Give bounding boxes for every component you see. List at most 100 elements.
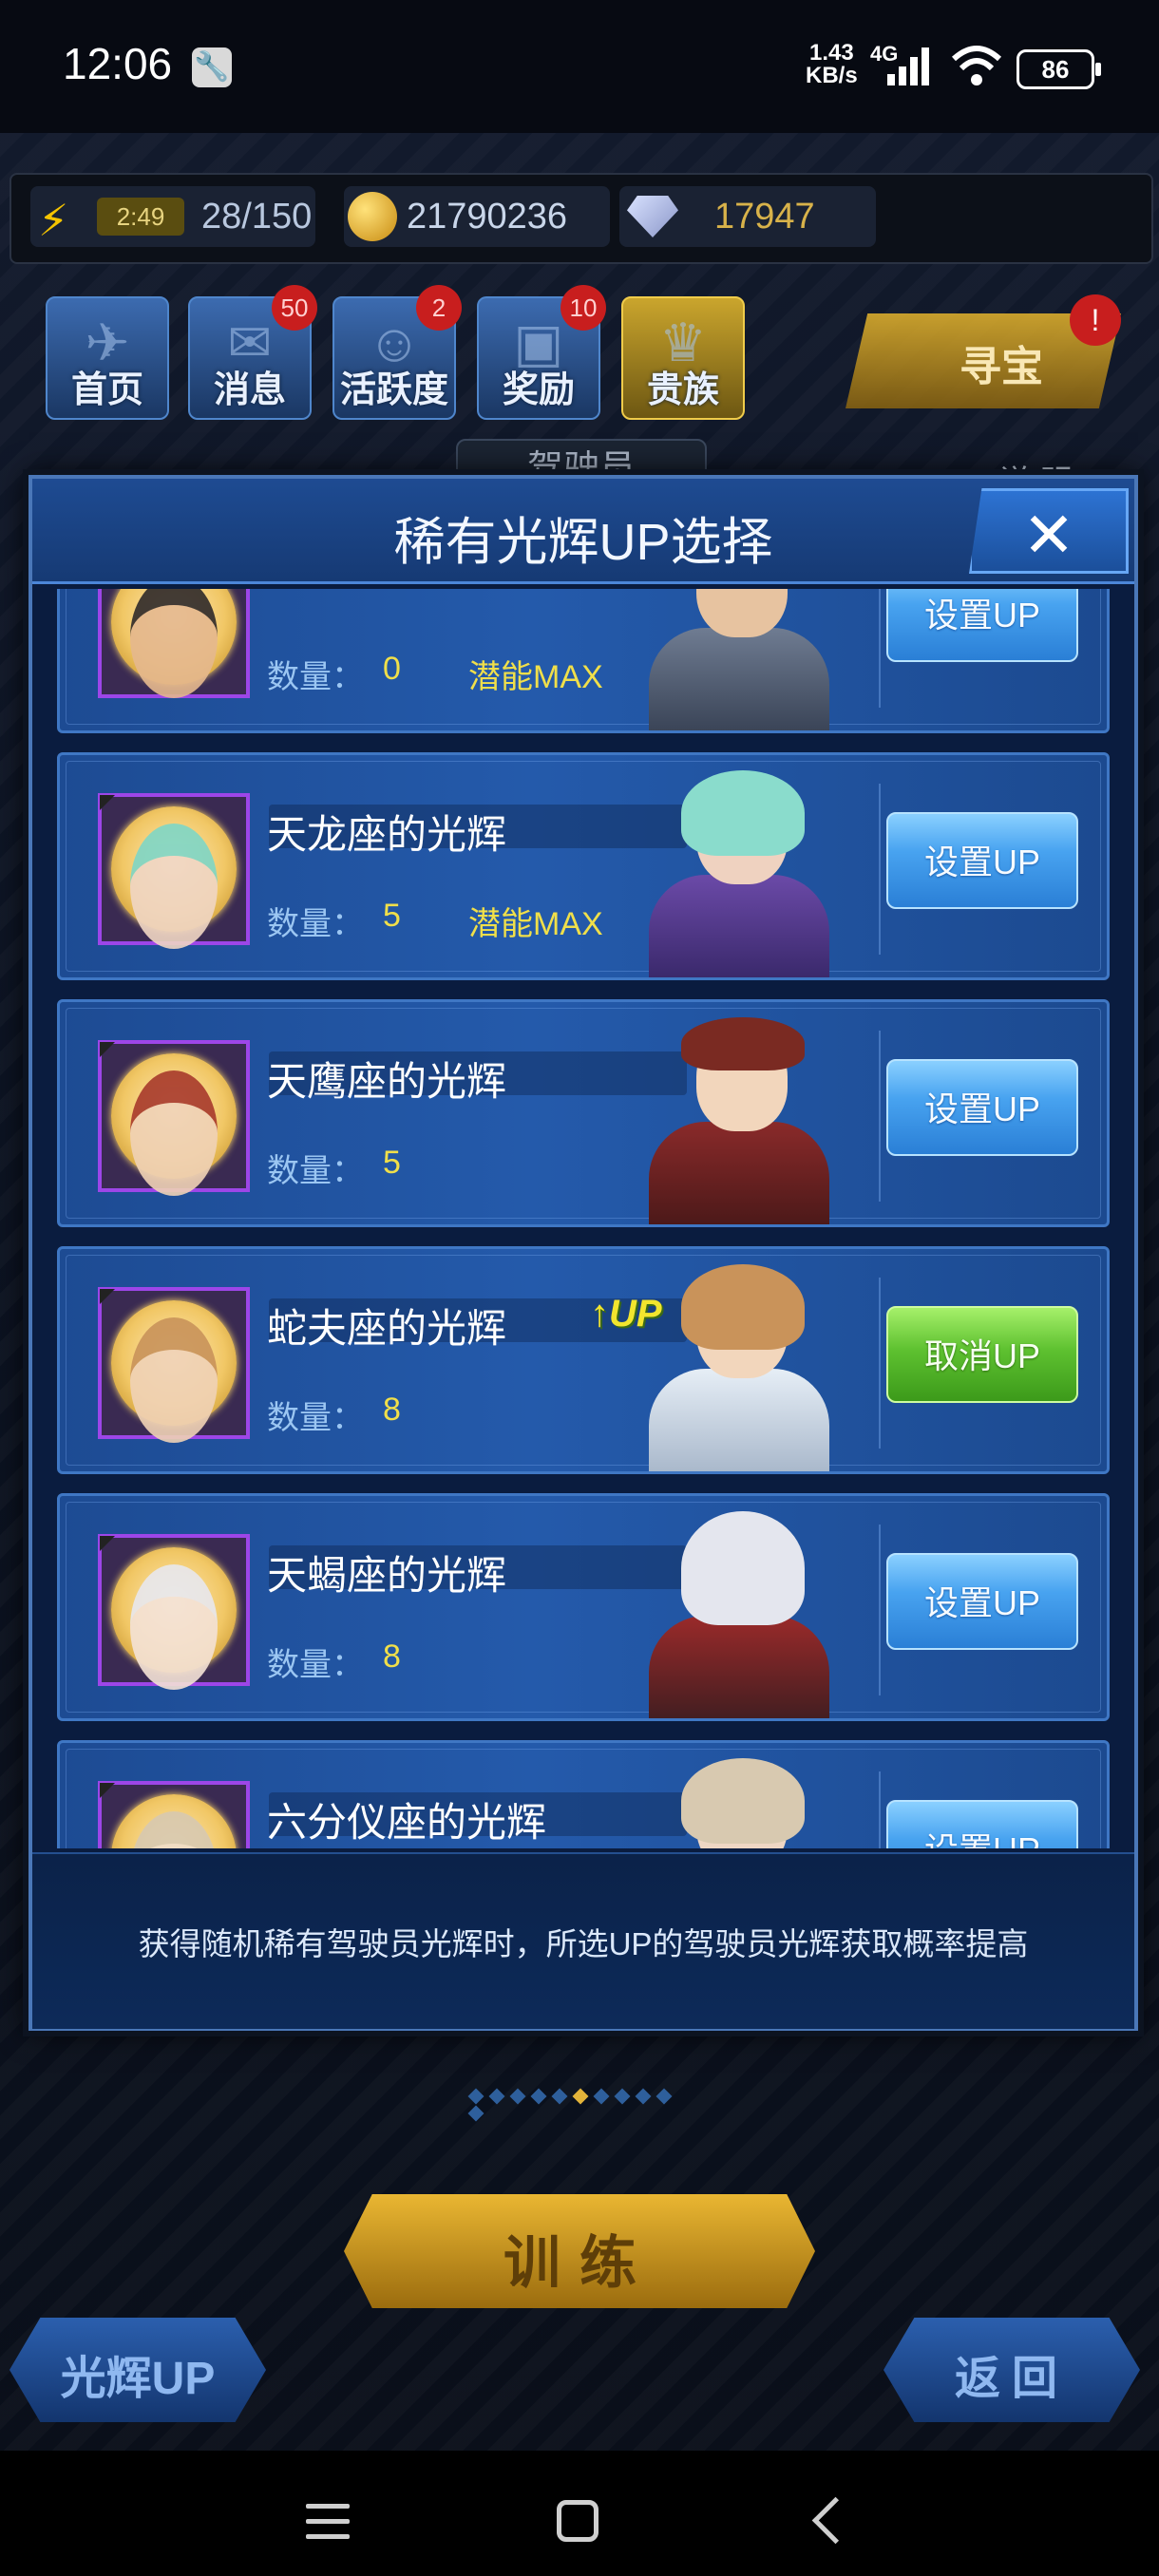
- potential-max: 潜能MAX: [468, 906, 603, 942]
- portrait-hair: [681, 1511, 805, 1625]
- rare-glow-up-dialog: 稀有光辉UP选择 ✕ 数量： 0 潜能MAX 设置UP 天龙座的光辉 数量： 5…: [28, 475, 1138, 2031]
- avatar-corner: [100, 1042, 115, 1057]
- home-button[interactable]: ✈ 首页: [46, 296, 169, 420]
- gold-value: 21790236: [407, 197, 568, 237]
- quantity-value: 5: [383, 1145, 401, 1181]
- coin-icon: [348, 192, 397, 241]
- quantity-value: 8: [383, 1638, 401, 1675]
- glow-card: 六分仪座的光辉 设置UP: [57, 1740, 1110, 1848]
- dialog-header: 稀有光辉UP选择 ✕: [32, 479, 1134, 584]
- quantity-value: 0: [383, 651, 401, 687]
- back-button[interactable]: 返回: [884, 2318, 1140, 2422]
- glow-card: 数量： 0 潜能MAX 设置UP: [57, 589, 1110, 733]
- quantity-label: 数量：: [267, 1400, 364, 1436]
- portrait-body: [649, 1122, 829, 1224]
- cancel-up-button[interactable]: 取消UP: [886, 1306, 1078, 1403]
- wifi-icon: [951, 46, 1002, 85]
- card-divider: [879, 1031, 881, 1202]
- page-dot: [467, 2088, 484, 2105]
- portrait-hat: [681, 1017, 805, 1070]
- system-nav-bar: [0, 2451, 1159, 2576]
- rewards-button[interactable]: ▣ 奖励 10: [477, 285, 606, 420]
- card-divider: [879, 1771, 881, 1848]
- menu-icon[interactable]: [306, 2504, 350, 2542]
- avatar: [98, 589, 250, 698]
- card-divider: [879, 784, 881, 955]
- battery-indicator: 86: [1016, 49, 1101, 89]
- pilot-portrait: [630, 589, 848, 730]
- page-dot: [509, 2088, 526, 2105]
- gold-resource[interactable]: 21790236: [344, 186, 610, 247]
- avatar-face: [130, 1317, 218, 1443]
- glow-name: 天蝎座的光辉: [267, 1553, 507, 1598]
- set-up-button[interactable]: 设置UP: [886, 1553, 1078, 1650]
- quantity-label: 数量：: [267, 1153, 364, 1189]
- nobility-label: 贵族: [646, 370, 719, 410]
- back-icon[interactable]: [811, 2496, 860, 2545]
- page-indicator: [466, 2088, 694, 2122]
- pilot-portrait: [630, 1511, 848, 1718]
- page-dot: [530, 2088, 547, 2105]
- page-dot: [551, 2088, 568, 2105]
- wrench-icon: 🔧: [192, 47, 232, 87]
- set-up-button[interactable]: 设置UP: [886, 1800, 1078, 1848]
- activity-button[interactable]: ☺ 活跃度 2: [332, 285, 462, 420]
- portrait-body: [649, 628, 829, 730]
- avatar: [98, 1040, 250, 1196]
- dialog-hint: 获得随机稀有驾驶员光辉时，所选UP的驾驶员光辉获取概率提高: [138, 1926, 1029, 1961]
- close-button[interactable]: ✕: [969, 488, 1129, 574]
- gem-resource[interactable]: 17947: [619, 186, 876, 247]
- avatar: [98, 1781, 250, 1848]
- pilot-portrait: [630, 770, 848, 977]
- avatar-face: [130, 1070, 218, 1196]
- status-bar: 12:06 🔧 1.43 KB/s 4G 86: [0, 0, 1159, 133]
- avatar: [98, 1287, 250, 1443]
- set-up-button[interactable]: 设置UP: [886, 812, 1078, 909]
- dialog-title: 稀有光辉UP选择: [393, 514, 773, 571]
- home-icon[interactable]: [557, 2500, 598, 2542]
- treasure-label: 寻宝: [960, 344, 1043, 390]
- energy-resource[interactable]: ⚡ 2:49 28/150: [30, 186, 315, 247]
- set-up-button[interactable]: 设置UP: [886, 589, 1078, 662]
- glow-card: 天龙座的光辉 数量： 5 潜能MAX 设置UP: [57, 752, 1110, 980]
- avatar-corner: [100, 1289, 115, 1304]
- portrait-hair: [681, 1758, 805, 1844]
- diamond-icon: [627, 196, 678, 237]
- quantity-label: 数量：: [267, 659, 364, 695]
- clock: 12:06: [63, 39, 173, 88]
- glow-card: 天鹰座的光辉 数量： 5 设置UP: [57, 999, 1110, 1227]
- avatar-face: [130, 1564, 218, 1690]
- treasure-hunt-button[interactable]: 寻宝 !: [846, 294, 1121, 418]
- page-dot: [614, 2088, 631, 2105]
- activity-label: 活跃度: [339, 370, 448, 410]
- network-speed-value: 1.43: [808, 40, 854, 66]
- back-label: 返回: [954, 2354, 1069, 2404]
- pilot-portrait: [630, 1264, 848, 1471]
- activity-badge: 2: [416, 285, 462, 331]
- dialog-footer: 获得随机稀有驾驶员光辉时，所选UP的驾驶员光辉获取概率提高: [32, 1852, 1134, 2029]
- set-up-button[interactable]: 设置UP: [886, 1059, 1078, 1156]
- train-button[interactable]: 训练: [344, 2194, 815, 2308]
- quantity-label: 数量：: [267, 1647, 364, 1683]
- nobility-button[interactable]: ♛ 贵族: [621, 296, 745, 420]
- page-dot: [488, 2088, 505, 2105]
- glow-card: 蛇夫座的光辉 ↑UP 数量： 8 取消UP: [57, 1246, 1110, 1474]
- glow-up-label: 光辉UP: [60, 2354, 216, 2404]
- glow-name: 天鹰座的光辉: [267, 1059, 507, 1104]
- treasure-badge: !: [1070, 294, 1121, 346]
- lightning-icon: ⚡: [38, 196, 69, 245]
- close-icon: ✕: [1022, 500, 1075, 570]
- glow-name: 六分仪座的光辉: [267, 1800, 547, 1845]
- portrait-body: [649, 875, 829, 977]
- glow-list[interactable]: 数量： 0 潜能MAX 设置UP 天龙座的光辉 数量： 5 潜能MAX 设置UP…: [57, 589, 1110, 1848]
- avatar: [98, 793, 250, 949]
- train-label: 训练: [504, 2231, 656, 2295]
- messages-button[interactable]: ✉ 消息 50: [188, 285, 317, 420]
- page-dot: [656, 2088, 673, 2105]
- card-divider: [879, 1278, 881, 1449]
- messages-badge: 50: [272, 285, 317, 331]
- glow-up-button[interactable]: 光辉UP: [10, 2318, 266, 2422]
- page-dot: [467, 2105, 484, 2122]
- quantity-value: 8: [383, 1392, 401, 1428]
- rewards-label: 奖励: [502, 370, 575, 410]
